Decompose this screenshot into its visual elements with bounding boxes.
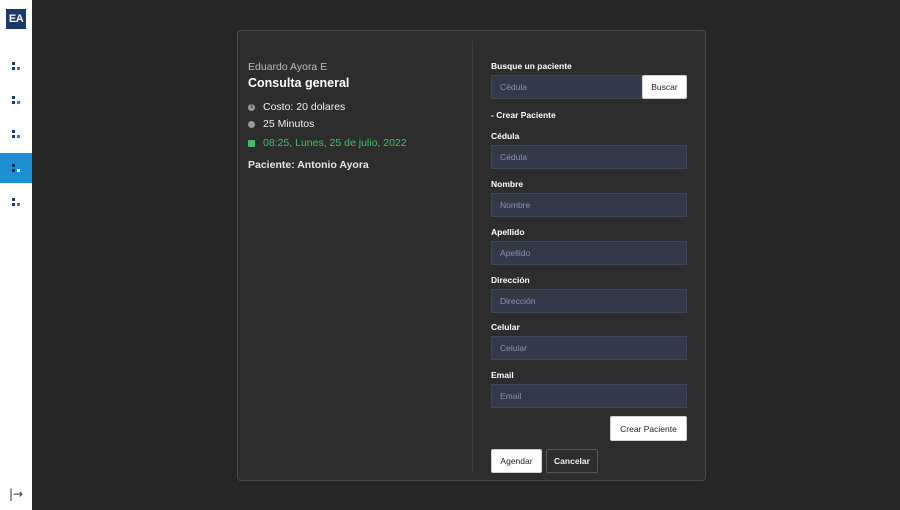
clock-icon — [248, 120, 255, 128]
direccion-placeholder: Dirección — [500, 296, 536, 306]
create-patient-toggle[interactable]: - Crear Paciente — [491, 110, 556, 120]
celular-placeholder: Celular — [500, 343, 527, 353]
schedule-button[interactable]: Agendar — [491, 449, 542, 473]
appointment-modal: Eduardo Ayora E Consulta general $ Costo… — [237, 30, 706, 481]
patient-name: Paciente: Antonio Ayora — [248, 159, 369, 171]
appointment-summary: Eduardo Ayora E Consulta general $ Costo… — [248, 61, 407, 171]
nombre-field[interactable]: Nombre — [491, 193, 687, 217]
direccion-field[interactable]: Dirección — [491, 289, 687, 313]
cancel-button[interactable]: Cancelar — [546, 449, 598, 473]
sidebar-item-2[interactable] — [0, 85, 32, 115]
email-label: Email — [491, 370, 514, 380]
logout-icon[interactable]: |→ — [9, 487, 23, 501]
sidebar-item-3[interactable] — [0, 119, 32, 149]
dollar-icon: $ — [248, 103, 255, 111]
consultation-type: Consulta general — [248, 76, 350, 90]
cost-row: $ Costo: 20 dolares — [248, 101, 407, 113]
doctor-name: Eduardo Ayora E — [248, 61, 328, 73]
datetime-row: 08:25, Lunes, 25 de julio, 2022 — [248, 137, 407, 149]
sidebar-item-4[interactable] — [0, 153, 32, 183]
email-field[interactable]: Email — [491, 384, 687, 408]
create-patient-button[interactable]: Crear Paciente — [610, 416, 687, 441]
datetime-text: 08:25, Lunes, 25 de julio, 2022 — [263, 137, 407, 149]
direccion-label: Dirección — [491, 275, 530, 285]
column-divider — [472, 41, 473, 473]
grid-dots-icon — [12, 62, 20, 70]
sidebar: EA |→ — [0, 0, 32, 510]
apellido-label: Apellido — [491, 227, 525, 237]
grid-dots-icon — [12, 198, 20, 206]
search-label: Busque un paciente — [491, 61, 572, 71]
celular-field[interactable]: Celular — [491, 336, 687, 360]
sidebar-item-5[interactable] — [0, 187, 32, 217]
cost-text: Costo: 20 dolares — [263, 101, 346, 113]
search-input[interactable]: Cédula — [491, 75, 642, 99]
duration-row: 25 Minutos — [248, 118, 407, 130]
search-placeholder: Cédula — [500, 82, 527, 92]
email-placeholder: Email — [500, 391, 522, 401]
cedula-label: Cédula — [491, 131, 520, 141]
duration-text: 25 Minutos — [263, 118, 315, 130]
apellido-placeholder: Apellido — [500, 248, 531, 258]
grid-dots-icon — [12, 164, 20, 172]
apellido-field[interactable]: Apellido — [491, 241, 687, 265]
grid-dots-icon — [12, 96, 20, 104]
nombre-placeholder: Nombre — [500, 200, 531, 210]
search-button[interactable]: Buscar — [642, 75, 687, 99]
calendar-icon — [248, 139, 255, 147]
app-logo[interactable]: EA — [6, 9, 26, 29]
nombre-label: Nombre — [491, 179, 524, 189]
grid-dots-icon — [12, 130, 20, 138]
cedula-placeholder: Cédula — [500, 152, 527, 162]
cedula-field[interactable]: Cédula — [491, 145, 687, 169]
sidebar-item-1[interactable] — [0, 51, 32, 81]
celular-label: Celular — [491, 322, 520, 332]
